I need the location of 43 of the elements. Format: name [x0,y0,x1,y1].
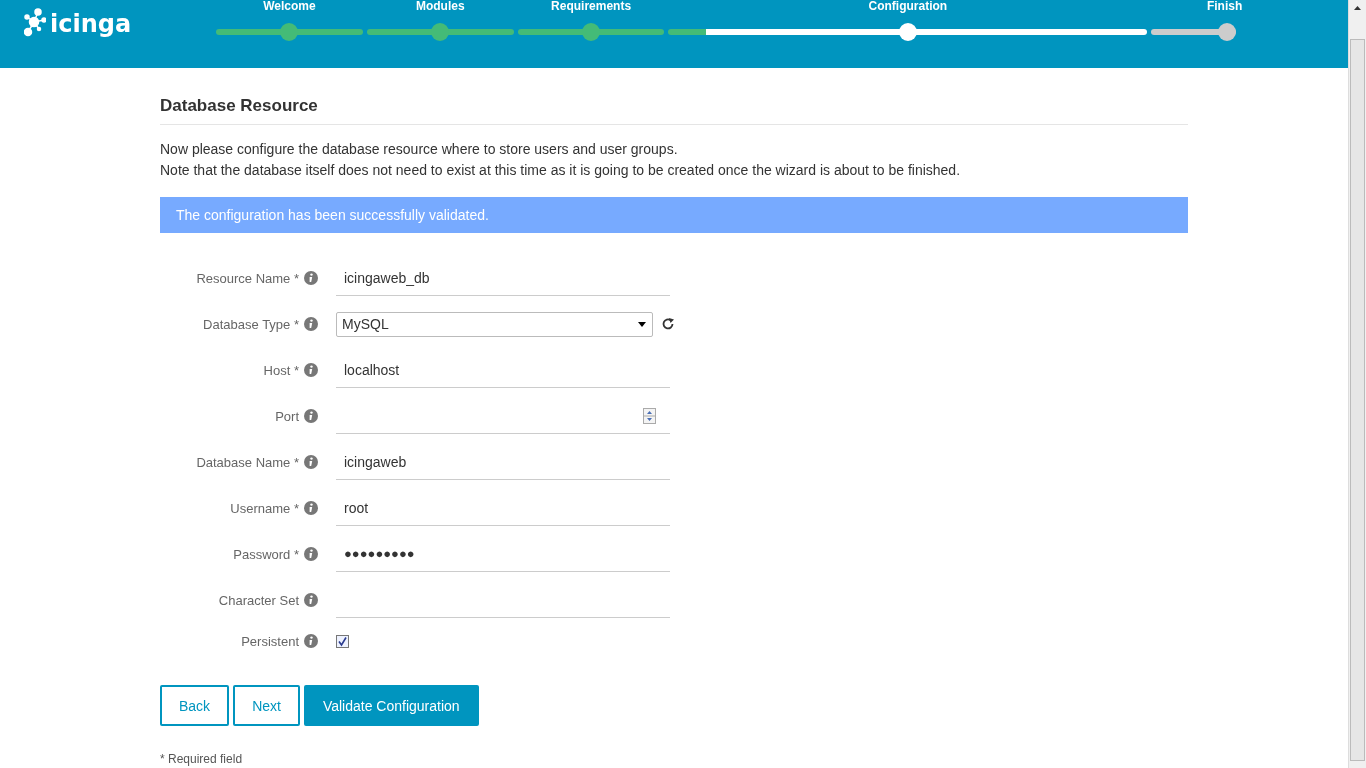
persistent-checkbox[interactable] [336,634,349,648]
required-note: * Required field [160,752,244,766]
logo-text: icinga [50,10,132,38]
form-button[interactable]: Back [160,685,230,726]
page-title: Database Resource [160,96,1188,125]
info-icon[interactable] [304,593,318,607]
field-label: Password * [233,546,299,562]
info-icon[interactable] [304,271,318,285]
info-icon[interactable] [304,501,318,515]
scrollbar[interactable] [1348,0,1366,768]
info-icon[interactable] [304,317,318,331]
intro-text: Note that the database itself does not need to exist at this time as it is going to be created once the wizard is about to be finished. [160,161,962,180]
text-input[interactable]: root [336,490,670,526]
text-input[interactable]: ●●●●●●●●● [336,536,670,572]
step-label: Configuration [868,0,948,12]
caret-icon[interactable] [638,321,646,327]
scroll-thumb[interactable] [1350,39,1365,761]
field-label: Resource Name * [196,270,299,286]
text-input[interactable]: icingaweb [336,444,670,480]
info-icon[interactable] [304,409,318,423]
step-label: Welcome [263,0,316,12]
step-label: Modules [415,0,465,12]
database-type-select[interactable]: MySQL [336,311,653,337]
info-icon[interactable] [304,634,318,648]
text-input[interactable]: icingaweb_db [336,260,670,296]
field-label: Character Set [218,592,299,608]
intro-text: Now please configure the database resource where to store users and user groups. [160,140,679,159]
field-label: Port [275,408,299,424]
text-input[interactable]: localhost [336,352,670,388]
field-label: Database Type * [203,316,299,332]
field-label: Database Name * [196,454,299,470]
info-icon[interactable] [304,363,318,377]
spinner-icon[interactable] [643,407,656,424]
form-button[interactable]: Next [233,685,300,726]
field-label: Host * [263,362,299,378]
step-label: Finish [1206,0,1243,12]
field-label: Persistent [241,633,299,649]
field-label: Username * [230,500,299,516]
step-label: Requirements [551,0,632,12]
reload-icon[interactable] [661,317,675,331]
info-icon[interactable] [304,455,318,469]
info-icon[interactable] [304,547,318,561]
success-notice: The configuration has been successfully validated. [160,197,1188,233]
